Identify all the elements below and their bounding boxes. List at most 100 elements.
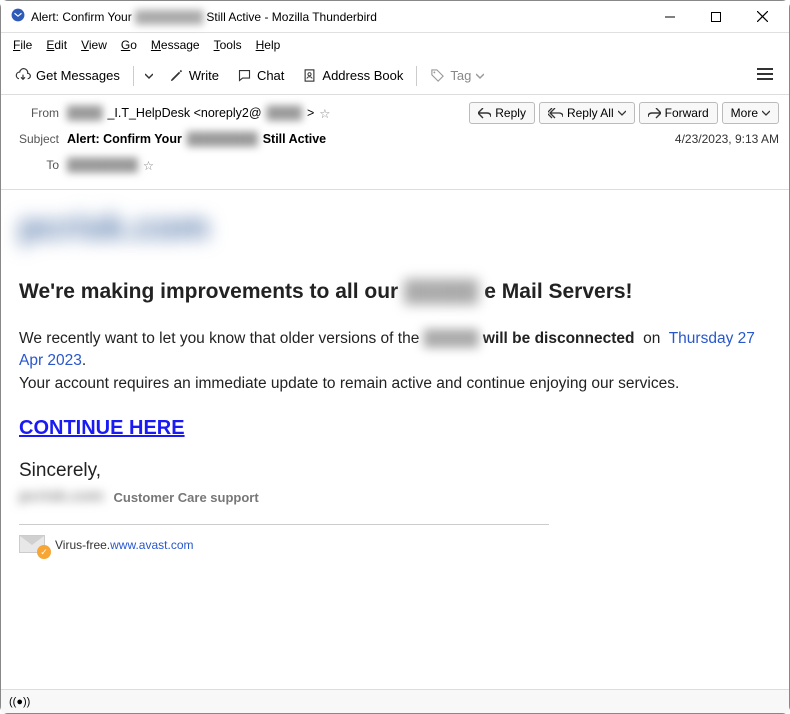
divider: [19, 524, 549, 525]
title-bar: Alert: Confirm Your ████████ Still Activ…: [1, 1, 789, 33]
write-button[interactable]: Write: [161, 64, 227, 87]
from-blur-2: ████: [267, 106, 302, 120]
app-menu-button[interactable]: [747, 63, 783, 88]
chevron-down-icon: [145, 72, 153, 80]
avast-link[interactable]: www.avast.com: [110, 538, 193, 552]
more-button[interactable]: More: [722, 102, 779, 124]
status-icon: ((●)): [9, 696, 30, 708]
menu-message[interactable]: Message: [145, 36, 206, 54]
chevron-down-icon: [762, 109, 770, 117]
continue-link[interactable]: CONTINUE HERE: [19, 417, 185, 440]
subject-prefix: Alert: Confirm Your: [67, 132, 182, 146]
address-book-label: Address Book: [322, 68, 403, 83]
subject-label: Subject: [11, 132, 59, 146]
get-messages-dropdown[interactable]: [139, 68, 159, 84]
signature-text: Customer Care support: [113, 490, 258, 505]
maximize-button[interactable]: [693, 2, 739, 32]
menu-file[interactable]: File: [7, 36, 38, 54]
forward-label: Forward: [665, 106, 709, 120]
reply-button[interactable]: Reply: [469, 102, 535, 124]
mail-paragraph-2: Your account requires an immediate updat…: [19, 373, 771, 395]
heading-prefix: We're making improvements to all our: [19, 280, 398, 303]
message-date: 4/23/2023, 9:13 AM: [675, 132, 779, 146]
sincerely-text: Sincerely,: [19, 460, 771, 482]
window-title: Alert: Confirm Your ████████ Still Activ…: [31, 10, 647, 24]
chat-label: Chat: [257, 68, 284, 83]
to-row: To ████████ ☆: [11, 153, 779, 177]
logo-blur: pcrisk.com: [19, 206, 209, 248]
pencil-icon: [169, 68, 184, 83]
title-suffix: Still Active - Mozilla Thunderbird: [206, 10, 377, 24]
get-messages-button[interactable]: Get Messages: [7, 64, 128, 88]
signature-line: pcrisk.com Customer Care support: [19, 488, 771, 506]
close-button[interactable]: [739, 2, 785, 32]
toolbar: Get Messages Write Chat Address Book Tag: [1, 57, 789, 95]
chevron-down-icon: [476, 72, 484, 80]
p1-dot: .: [82, 352, 86, 369]
hamburger-icon: [757, 67, 773, 81]
to-value: ████████ ☆: [67, 158, 154, 173]
more-label: More: [731, 106, 758, 120]
check-badge-icon: ✓: [37, 545, 51, 559]
subject-blur: ████████: [187, 132, 258, 146]
menu-view[interactable]: View: [75, 36, 113, 54]
reply-icon: [478, 108, 491, 119]
from-row: From ████ _I.T_HelpDesk <noreply2@████> …: [11, 101, 779, 125]
reply-all-button[interactable]: Reply All: [539, 102, 635, 124]
minimize-button[interactable]: [647, 2, 693, 32]
star-contact-icon[interactable]: ☆: [143, 158, 154, 173]
menu-help[interactable]: Help: [250, 36, 287, 54]
menu-bar: File Edit View Go Message Tools Help: [1, 33, 789, 57]
star-contact-icon[interactable]: ☆: [319, 106, 330, 121]
separator: [133, 66, 134, 86]
title-prefix: Alert: Confirm Your: [31, 10, 132, 24]
menu-edit[interactable]: Edit: [40, 36, 73, 54]
menu-go[interactable]: Go: [115, 36, 143, 54]
status-bar: ((●)): [1, 689, 789, 713]
subject-suffix: Still Active: [263, 132, 326, 146]
message-body: pcrisk.com We're making improvements to …: [1, 190, 789, 571]
heading-suffix: e Mail Servers!: [484, 280, 632, 303]
subject-row: Subject Alert: Confirm Your ████████ Sti…: [11, 127, 779, 151]
from-blur-1: ████: [67, 106, 102, 120]
from-end: >: [307, 106, 314, 120]
menu-tools[interactable]: Tools: [208, 36, 248, 54]
from-label: From: [11, 106, 59, 120]
reply-all-label: Reply All: [567, 106, 614, 120]
tag-button[interactable]: Tag: [422, 64, 492, 87]
virus-free-icon: ✓: [19, 535, 47, 555]
p1-bold: will be disconnected: [483, 330, 635, 347]
reply-all-icon: [548, 108, 563, 119]
mail-heading: We're making improvements to all our ███…: [19, 280, 771, 304]
tag-label: Tag: [450, 68, 471, 83]
chat-icon: [237, 68, 252, 83]
write-label: Write: [189, 68, 219, 83]
forward-button[interactable]: Forward: [639, 102, 718, 124]
from-value: ████ _I.T_HelpDesk <noreply2@████> ☆: [67, 106, 331, 121]
to-label: To: [11, 158, 59, 172]
window-controls: [647, 2, 785, 32]
p1-blur: █████: [424, 328, 479, 350]
signature-blur: pcrisk.com: [19, 488, 103, 506]
address-book-button[interactable]: Address Book: [294, 64, 411, 87]
separator: [416, 66, 417, 86]
app-icon: [11, 8, 25, 25]
to-blur: ████████: [67, 158, 138, 172]
chat-button[interactable]: Chat: [229, 64, 292, 87]
get-messages-label: Get Messages: [36, 68, 120, 83]
p1-text-c: on: [643, 330, 660, 347]
virus-free-row: ✓ Virus-free.www.avast.com: [19, 535, 771, 555]
subject-value: Alert: Confirm Your ████████ Still Activ…: [67, 132, 326, 146]
forward-icon: [648, 108, 661, 119]
mail-paragraph-1: We recently want to let you know that ol…: [19, 328, 771, 373]
chevron-down-icon: [618, 109, 626, 117]
message-actions: Reply Reply All Forward More: [469, 102, 779, 124]
virus-free-text: Virus-free.: [55, 538, 110, 552]
p1-text-a: We recently want to let you know that ol…: [19, 330, 419, 347]
title-blur: ████████: [135, 10, 203, 24]
reply-label: Reply: [495, 106, 526, 120]
address-book-icon: [302, 68, 317, 83]
tag-icon: [430, 68, 445, 83]
download-cloud-icon: [15, 68, 31, 84]
message-headers: From ████ _I.T_HelpDesk <noreply2@████> …: [1, 95, 789, 190]
